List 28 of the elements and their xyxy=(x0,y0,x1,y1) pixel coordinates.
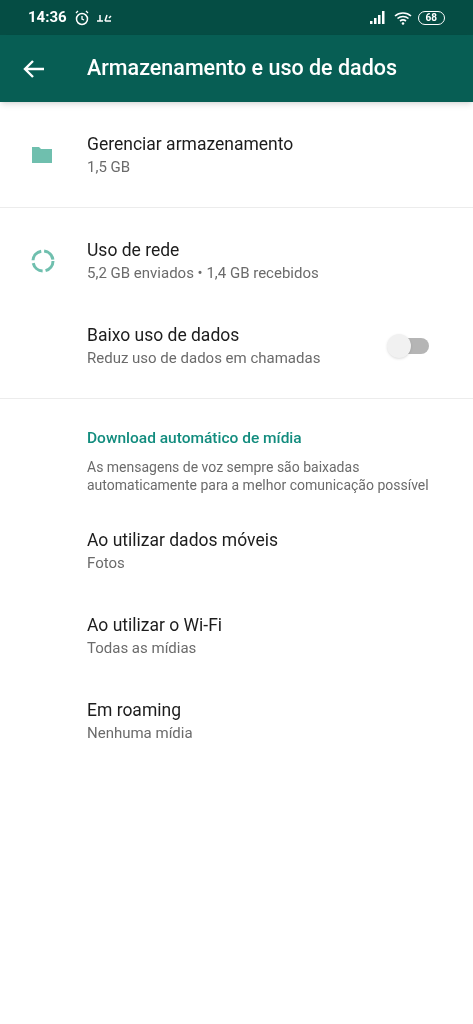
row-title: Baixo uso de dados xyxy=(87,323,241,347)
circle-icon xyxy=(30,247,56,274)
row-subtitle: Reduz uso de dados em chamadas xyxy=(87,347,322,369)
folder-icon xyxy=(30,144,54,165)
row-title: Gerenciar armazenamento xyxy=(87,132,295,156)
row-subtitle: 5,2 GB enviados • 1,4 GB recebidos xyxy=(87,262,320,284)
row-title: Uso de rede xyxy=(87,238,181,262)
row-subtitle: 1,5 GB xyxy=(87,156,132,178)
status-time: 14:36 xyxy=(28,7,67,29)
section-note: As mensagens de voz sempre são baixadas automaticamente para a melhor comunicação possível xyxy=(86,458,430,496)
toolbar-title: Armazenamento e uso de dados xyxy=(87,54,398,83)
section-header: Download automático de mídia xyxy=(86,428,303,449)
row-title: Ao utilizar dados móveis xyxy=(87,528,279,552)
row-title: Em roaming xyxy=(87,698,182,722)
settings-row[interactable]: Ao utilizar o Wi-Fi Todas as mídias xyxy=(0,593,473,679)
settings-row[interactable]: Uso de rede 5,2 GB enviados • 1,4 GB recebidos xyxy=(0,218,473,303)
settings-row[interactable]: Baixo uso de dados Reduz uso de dados em chamadas xyxy=(0,303,473,388)
row-subtitle: Todas as mídias xyxy=(87,637,198,659)
settings-row[interactable]: Ao utilizar dados móveis Fotos xyxy=(0,508,473,594)
alarm-icon xyxy=(73,9,90,26)
wifi-icon xyxy=(393,10,412,25)
settings-row[interactable]: Em roaming Nenhuma mídia xyxy=(0,678,473,764)
settings-row[interactable]: Gerenciar armazenamento 1,5 GB xyxy=(0,112,473,197)
row-subtitle: Fotos xyxy=(87,552,126,574)
signal-icon xyxy=(369,11,388,24)
row-title: Ao utilizar o Wi-Fi xyxy=(87,613,224,637)
row-subtitle: Nenhuma mídia xyxy=(87,722,194,744)
back-arrow-icon[interactable] xyxy=(23,58,45,79)
